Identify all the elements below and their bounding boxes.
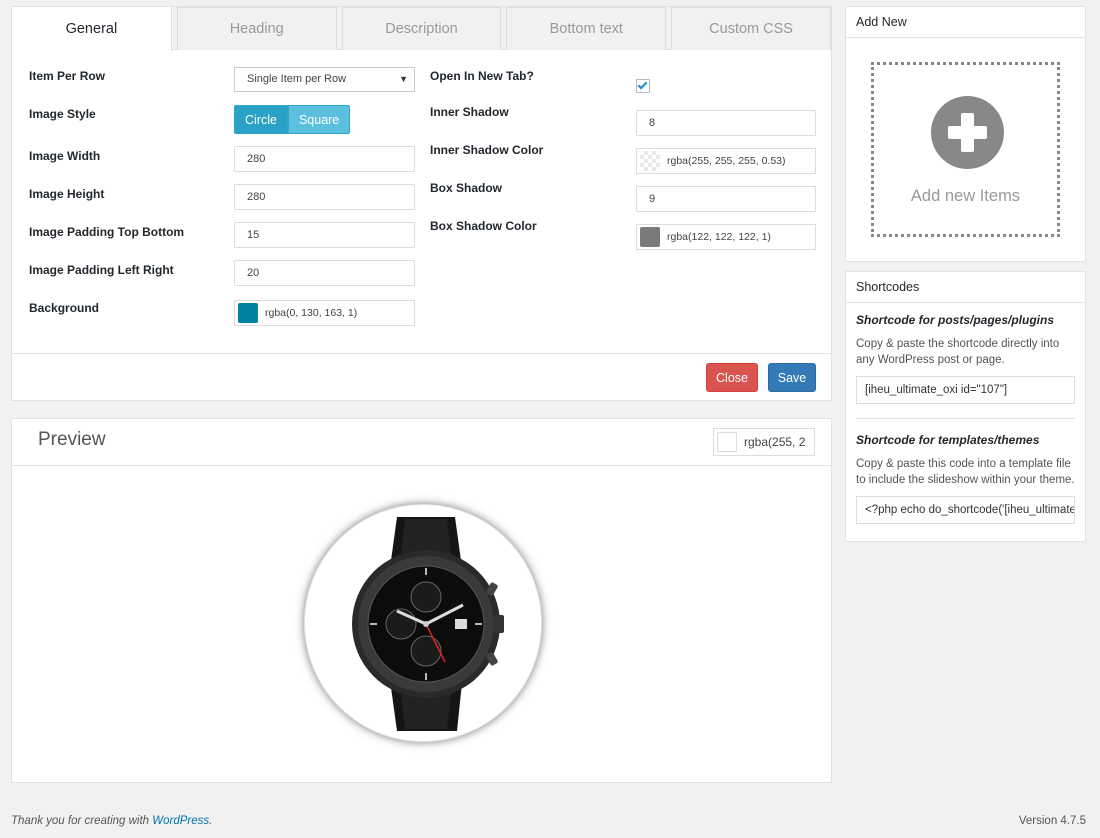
- add-new-box: Add New Add new Items: [845, 6, 1086, 262]
- open-new-tab-row: Open In New Tab?: [430, 69, 816, 99]
- inner-shadow-input[interactable]: 8: [636, 110, 816, 136]
- shortcodes-title: Shortcodes: [846, 272, 1085, 303]
- themes-shortcode-heading: Shortcode for templates/themes: [856, 433, 1040, 447]
- padding-tb-label: Image Padding Top Bottom: [29, 225, 185, 239]
- tab-heading[interactable]: Heading: [176, 7, 337, 50]
- preview-title: Preview: [38, 429, 106, 450]
- image-width-label: Image Width: [29, 149, 101, 163]
- image-height-input[interactable]: 280: [234, 184, 415, 210]
- posts-shortcode-input[interactable]: [iheu_ultimate_oxi id="107"]: [856, 376, 1075, 404]
- watch-image: [352, 517, 504, 731]
- background-color-swatch[interactable]: [238, 303, 258, 323]
- padding-tb-row: Image Padding Top Bottom 15: [29, 222, 415, 255]
- box-shadow-color-row: Box Shadow Color rgba(122, 122, 122, 1): [430, 219, 816, 250]
- preview-header: Preview rgba(255, 2: [12, 419, 831, 466]
- padding-tb-input[interactable]: 15: [234, 222, 415, 248]
- tab-bar: General Heading Description Bottom text …: [12, 7, 831, 51]
- background-label: Background: [29, 301, 100, 315]
- settings-panel: General Heading Description Bottom text …: [11, 6, 832, 401]
- posts-shortcode-description: Copy & paste the shortcode directly into…: [856, 338, 1060, 366]
- panel-footer-divider: [12, 353, 831, 354]
- posts-shortcode-heading: Shortcode for posts/pages/plugins: [856, 313, 1055, 327]
- item-per-row-row: Item Per Row Single Item per Row ▼: [29, 67, 415, 99]
- footer-thanks: Thank you for creating with WordPress.: [11, 815, 212, 827]
- padding-lr-row: Image Padding Left Right 20: [29, 260, 415, 293]
- box-shadow-color-value: rgba(122, 122, 122, 1): [667, 231, 771, 243]
- version-label: Version 4.7.5: [1018, 815, 1086, 827]
- box-shadow-color-swatch[interactable]: [640, 227, 660, 247]
- image-width-row: Image Width 280: [29, 146, 415, 179]
- box-shadow-label: Box Shadow: [430, 181, 503, 195]
- image-width-input[interactable]: 280: [234, 146, 415, 172]
- add-new-items-label: Add new Items: [910, 187, 1021, 205]
- wordpress-link[interactable]: WordPress: [152, 815, 209, 827]
- inner-shadow-label: Inner Shadow: [430, 105, 509, 119]
- footer-thanks-prefix: Thank you for creating with: [11, 815, 153, 827]
- plus-circle-icon: [931, 96, 1004, 169]
- preview-background-color-input[interactable]: rgba(255, 2: [713, 428, 815, 456]
- box-shadow-color-label: Box Shadow Color: [430, 219, 537, 233]
- themes-shortcode-input[interactable]: <?php echo do_shortcode('[iheu_ultimate_…: [856, 496, 1075, 524]
- inner-shadow-color-value: rgba(255, 255, 255, 0.53): [667, 155, 786, 167]
- checkmark-icon: [637, 79, 648, 90]
- tab-description[interactable]: Description: [341, 7, 502, 50]
- background-color-value: rgba(0, 130, 163, 1): [265, 307, 358, 319]
- inner-shadow-color-swatch[interactable]: [640, 151, 660, 171]
- background-row: Background rgba(0, 130, 163, 1): [29, 300, 415, 331]
- tab-bottom-text[interactable]: Bottom text: [506, 7, 667, 50]
- preview-color-swatch[interactable]: [717, 432, 737, 452]
- inner-shadow-color-row: Inner Shadow Color rgba(255, 255, 255, 0…: [430, 143, 816, 174]
- chevron-down-icon: ▼: [399, 74, 408, 84]
- inner-shadow-color-input[interactable]: rgba(255, 255, 255, 0.53): [636, 148, 816, 174]
- tab-general[interactable]: General: [12, 7, 172, 51]
- preview-color-value: rgba(255, 2: [744, 435, 806, 449]
- image-height-row: Image Height 280: [29, 184, 415, 217]
- tab-custom-css[interactable]: Custom CSS: [671, 7, 831, 50]
- inner-shadow-row: Inner Shadow 8: [430, 105, 816, 136]
- image-style-label: Image Style: [29, 107, 96, 121]
- item-per-row-value: Single Item per Row: [247, 73, 347, 85]
- preview-panel: Preview rgba(255, 2: [11, 418, 832, 783]
- preview-image-circle[interactable]: [304, 504, 542, 742]
- add-new-items-button[interactable]: Add new Items: [871, 62, 1060, 237]
- image-height-label: Image Height: [29, 187, 105, 201]
- close-button[interactable]: Close: [706, 363, 758, 392]
- shortcodes-divider: [856, 418, 1075, 419]
- open-new-tab-label: Open In New Tab?: [430, 69, 534, 83]
- item-per-row-label: Item Per Row: [29, 69, 106, 83]
- image-style-row: Image Style Circle Square: [29, 105, 415, 137]
- themes-shortcode-description: Copy & paste this code into a template f…: [856, 458, 1075, 486]
- item-per-row-select[interactable]: Single Item per Row ▼: [234, 67, 415, 92]
- background-color-input[interactable]: rgba(0, 130, 163, 1): [234, 300, 415, 326]
- image-style-circle-button[interactable]: Circle: [234, 105, 288, 134]
- shortcodes-box: Shortcodes Shortcode for posts/pages/plu…: [845, 271, 1086, 542]
- image-style-square-button[interactable]: Square: [287, 105, 351, 134]
- box-shadow-color-input[interactable]: rgba(122, 122, 122, 1): [636, 224, 816, 250]
- box-shadow-row: Box Shadow 9: [430, 181, 816, 212]
- padding-lr-label: Image Padding Left Right: [29, 263, 174, 277]
- image-style-toggle: Circle Square: [234, 105, 351, 134]
- open-new-tab-checkbox[interactable]: [636, 79, 650, 93]
- inner-shadow-color-label: Inner Shadow Color: [430, 143, 544, 157]
- add-new-title: Add New: [846, 7, 1085, 38]
- footer-thanks-suffix: .: [209, 815, 213, 827]
- save-button[interactable]: Save: [768, 363, 816, 392]
- padding-lr-input[interactable]: 20: [234, 260, 415, 286]
- box-shadow-input[interactable]: 9: [636, 186, 816, 212]
